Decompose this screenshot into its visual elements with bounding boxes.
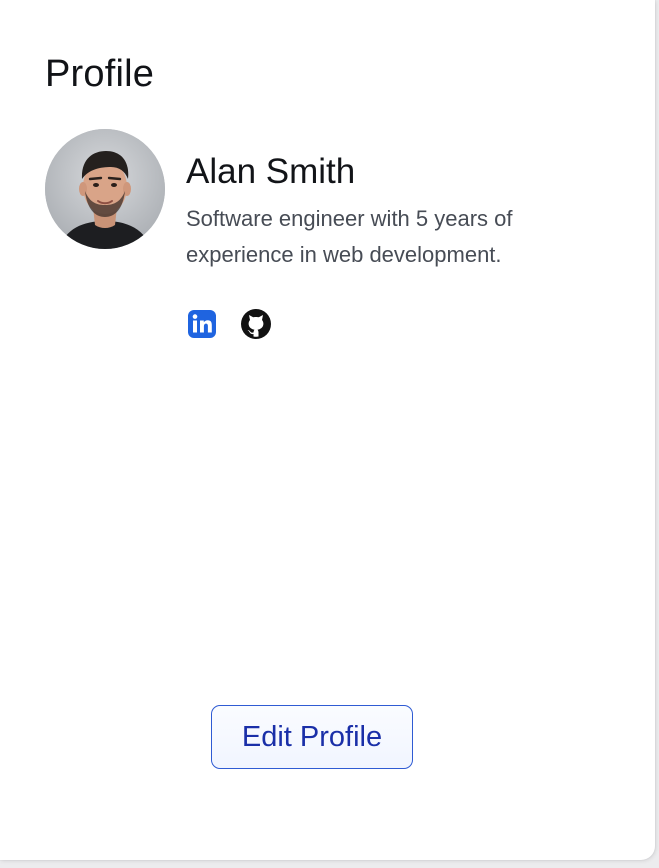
- profile-card: Profile Alan Smith Software engineer wit…: [0, 0, 655, 860]
- user-bio: Software engineer with 5 years of experi…: [186, 206, 513, 267]
- github-icon: [240, 308, 272, 340]
- linkedin-icon: [186, 308, 218, 340]
- page-title: Profile: [45, 53, 155, 95]
- linkedin-link[interactable]: [186, 308, 218, 340]
- avatar: [45, 129, 165, 249]
- edit-profile-button[interactable]: Edit Profile: [211, 705, 413, 769]
- user-name: Alan Smith: [186, 152, 356, 191]
- social-links: [186, 308, 294, 340]
- github-link[interactable]: [240, 308, 272, 340]
